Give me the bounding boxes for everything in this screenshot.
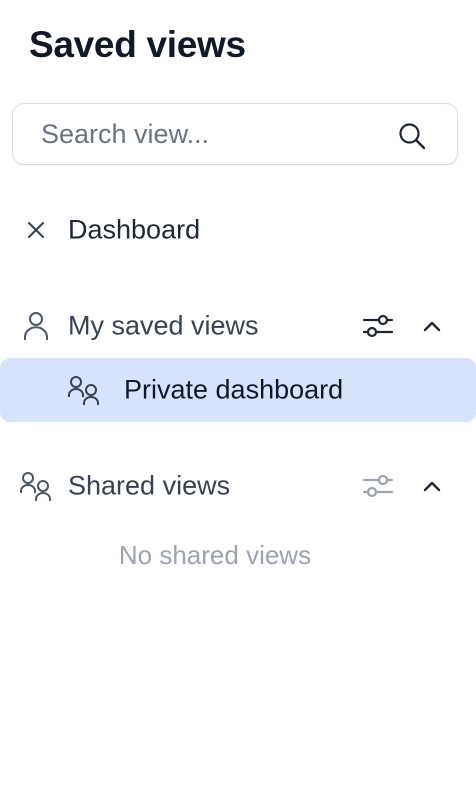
search-box [12,103,458,165]
shared-views-label: Shared views [68,470,231,501]
search-input[interactable] [41,118,381,150]
sliders-icon[interactable] [361,313,395,339]
chevron-up-icon[interactable] [420,478,444,494]
private-dashboard-label: Private dashboard [124,374,344,405]
shared-views-header[interactable]: Shared views [0,454,476,518]
users-icon [67,375,101,405]
empty-state-text: No shared views [118,540,312,570]
chevron-up-icon[interactable] [420,318,444,334]
dashboard-item[interactable]: Dashboard [0,198,476,262]
user-icon [23,311,49,341]
close-icon[interactable] [27,221,45,239]
sliders-icon[interactable] [361,473,395,499]
my-saved-views-label: My saved views [68,310,259,341]
my-saved-views-header[interactable]: My saved views [0,294,476,358]
page-title: Saved views [29,24,246,65]
private-dashboard-item[interactable]: Private dashboard [0,358,476,422]
users-icon [19,471,53,501]
dashboard-label: Dashboard [68,214,201,245]
search-icon[interactable] [397,121,427,151]
